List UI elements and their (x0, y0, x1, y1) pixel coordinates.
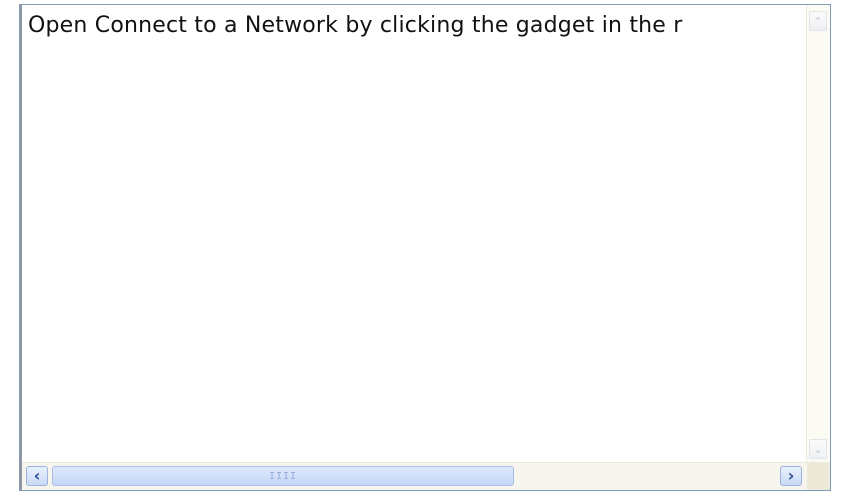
scroll-left-button[interactable]: ‹ (26, 466, 48, 486)
horizontal-scrollbar[interactable]: ‹ IIII › (22, 462, 830, 490)
chevron-left-icon: ‹ (33, 466, 41, 485)
grip-icon: IIII (268, 470, 298, 482)
chevron-down-icon: ⌄ (813, 442, 823, 456)
page: Open Connect to a Network by clicking th… (0, 0, 846, 495)
text-area[interactable]: Open Connect to a Network by clicking th… (19, 4, 831, 491)
scroll-down-button[interactable]: ⌄ (809, 439, 827, 459)
vertical-scrollbar[interactable]: ⌃ ⌄ (806, 5, 830, 463)
chevron-up-icon: ⌃ (813, 14, 823, 28)
scroll-up-button[interactable]: ⌃ (809, 11, 827, 31)
scroll-right-button[interactable]: › (780, 466, 802, 486)
scrollbar-corner (807, 463, 830, 490)
text-area-content[interactable]: Open Connect to a Network by clicking th… (28, 13, 806, 38)
horizontal-scroll-thumb[interactable]: IIII (52, 466, 514, 486)
chevron-right-icon: › (787, 466, 795, 485)
